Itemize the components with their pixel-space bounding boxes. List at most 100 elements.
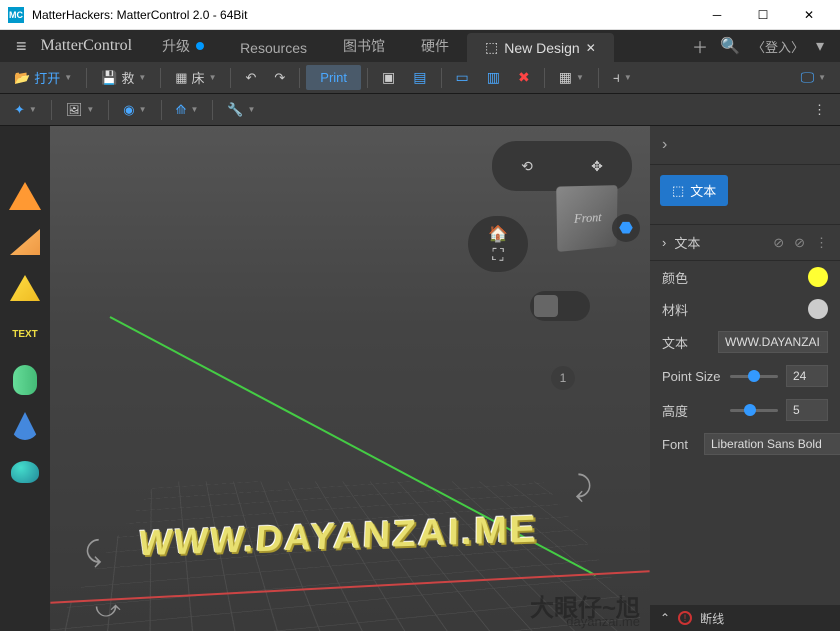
object-count-badge: 1 (551, 366, 575, 390)
save-button[interactable]: 💾救▼ (93, 64, 154, 91)
select-icon: ▭ (456, 69, 469, 86)
material-swatch[interactable] (808, 299, 828, 319)
image-button[interactable]: 🖼▼ (58, 98, 102, 122)
props-header[interactable]: › (650, 126, 840, 165)
font-input[interactable] (704, 433, 840, 455)
delete-button[interactable]: ✖ (510, 65, 538, 90)
search-icon[interactable]: 🔍 (720, 36, 740, 56)
toolbar-primary: 📂打开▼ 💾救▼ ▦床▼ ↶ ↷ Print ▣ ▤ ▭ ▥ ✖ ▦▼ ⫞▼ 🖵… (0, 62, 840, 94)
redo-button[interactable]: ↷ (266, 66, 293, 90)
window-titlebar: MC MatterHackers: MatterControl 2.0 - 64… (0, 0, 840, 30)
3d-viewport[interactable]: WWW.DAYANZAI.ME ⟲ ✥ 🏠 ⛶ Front ⬣ 1 ⤹ ⤸ ⤻ (50, 126, 650, 631)
chevron-right-icon: › (662, 136, 667, 154)
select-button[interactable]: ▭ (448, 65, 477, 90)
minimize-button[interactable]: ─ (694, 0, 740, 30)
statusbar: ⌃ ! 断线 (650, 605, 840, 631)
notification-dot-icon (196, 42, 204, 50)
tab-resources[interactable]: Resources (222, 34, 325, 62)
layers-button[interactable]: ▥ (479, 65, 508, 90)
prop-row-text: 文本 (650, 325, 840, 359)
height-slider[interactable] (730, 409, 778, 412)
tab-strip: 升级 Resources 图书馆 硬件 ⬚ New Design ✕ (144, 30, 692, 62)
font-label: Font (662, 437, 696, 452)
view-mode-toggle[interactable] (530, 291, 590, 321)
pointsize-slider[interactable] (730, 375, 778, 378)
cancel-icon[interactable]: ⊘ (794, 235, 805, 251)
shape-cube-button[interactable] (9, 134, 41, 166)
shape-pyramid-button[interactable] (9, 180, 41, 212)
view-home-controls: 🏠 ⛶ (468, 216, 528, 272)
shape-tool-icon: ◉ (123, 102, 134, 118)
shape-cylinder-button[interactable] (9, 364, 41, 396)
cube-icon: ⬚ (485, 39, 498, 56)
layers-icon: ▥ (487, 69, 500, 86)
app-icon: MC (8, 7, 24, 23)
app-name-label: MatterControl (37, 37, 145, 55)
rotate-handle-icon[interactable]: ⤹ (85, 536, 102, 569)
tab-close-icon[interactable]: ✕ (586, 41, 596, 55)
hamburger-menu-icon[interactable]: ≡ (6, 36, 37, 57)
close-button[interactable]: ✕ (786, 0, 832, 30)
shape-wedge-button[interactable] (9, 226, 41, 258)
maximize-button[interactable]: ☐ (740, 0, 786, 30)
home-icon[interactable]: 🏠 (488, 224, 508, 244)
shape-text-button[interactable]: TEXT (9, 318, 41, 350)
tab-upgrade[interactable]: 升级 (144, 30, 222, 62)
prop-row-font: Font (650, 427, 840, 461)
nav-cube[interactable]: Front (556, 185, 617, 252)
open-button[interactable]: 📂打开▼ (6, 64, 80, 91)
height-input[interactable] (786, 399, 828, 421)
tab-new-design[interactable]: ⬚ New Design ✕ (467, 33, 614, 62)
stairs-button[interactable]: ⟰▼ (168, 98, 207, 122)
pointsize-label: Point Size (662, 369, 722, 384)
print-button[interactable]: Print (306, 65, 361, 90)
prop-row-color: 颜色 (650, 261, 840, 293)
tab-hardware[interactable]: 硬件 (403, 30, 467, 62)
wrench-button[interactable]: 🔧▼ (219, 98, 263, 122)
bed-button[interactable]: ▦床▼ (167, 64, 224, 91)
rotate-handle-icon[interactable]: ⤸ (575, 471, 592, 504)
layout-icon: ▤ (413, 69, 426, 86)
shape-button[interactable]: ◉▼ (115, 98, 154, 122)
layout-button-2[interactable]: ▤ (405, 65, 434, 90)
section-header-text[interactable]: › 文本 ⊘ ⊘ ⋮ (650, 225, 840, 261)
undo-button[interactable]: ↶ (237, 66, 264, 90)
arrange-icon: ⫞ (613, 69, 620, 86)
nav-side-button[interactable]: ⬣ (612, 214, 640, 242)
layout-button-1[interactable]: ▣ (374, 65, 403, 90)
expand-up-icon[interactable]: ⌃ (660, 611, 670, 625)
login-button[interactable]: 〈登入〉 (752, 37, 804, 56)
arrange-button[interactable]: ⫞▼ (605, 65, 640, 90)
shape-halfwedge-button[interactable] (9, 272, 41, 304)
toggle-thumb (534, 295, 558, 317)
shape-sphere-button[interactable] (9, 456, 41, 488)
image-icon: 🖼 (66, 102, 83, 118)
prop-row-height: 高度 (650, 393, 840, 427)
prop-row-pointsize: Point Size (650, 359, 840, 393)
fullscreen-icon[interactable]: ⛶ (492, 247, 503, 265)
new-tab-button[interactable]: ＋ (692, 34, 708, 58)
overflow-menu[interactable]: ⋮ (805, 98, 834, 122)
shape-cone-button[interactable] (9, 410, 41, 442)
object-type-badge[interactable]: ⬚ 文本 (660, 175, 728, 206)
stairs-icon: ⟰ (176, 102, 187, 118)
text-label: 文本 (662, 333, 710, 352)
dropdown-caret-icon[interactable]: ▾ (816, 36, 824, 56)
tab-library[interactable]: 图书馆 (325, 30, 403, 62)
support-button[interactable]: ▦▼ (551, 65, 592, 90)
apply-icon[interactable]: ⊘ (773, 235, 784, 251)
more-icon[interactable]: ⋮ (815, 235, 828, 251)
view-button[interactable]: 🖵▼ (793, 65, 834, 90)
move-icon[interactable]: ✥ (591, 158, 603, 175)
color-swatch[interactable] (808, 267, 828, 287)
grid-icon: ▦ (175, 70, 187, 86)
pointsize-input[interactable] (786, 365, 828, 387)
text-input[interactable] (718, 331, 828, 353)
redo-icon: ↷ (274, 70, 285, 86)
view-rotate-controls: ⟲ ✥ (492, 141, 632, 191)
rotate-left-icon[interactable]: ⟲ (521, 158, 533, 175)
rotate-handle-icon[interactable]: ⤻ (95, 596, 121, 624)
snap-button[interactable]: ✦▼ (6, 98, 45, 122)
height-label: 高度 (662, 401, 722, 420)
chevron-right-icon: › (662, 235, 666, 250)
